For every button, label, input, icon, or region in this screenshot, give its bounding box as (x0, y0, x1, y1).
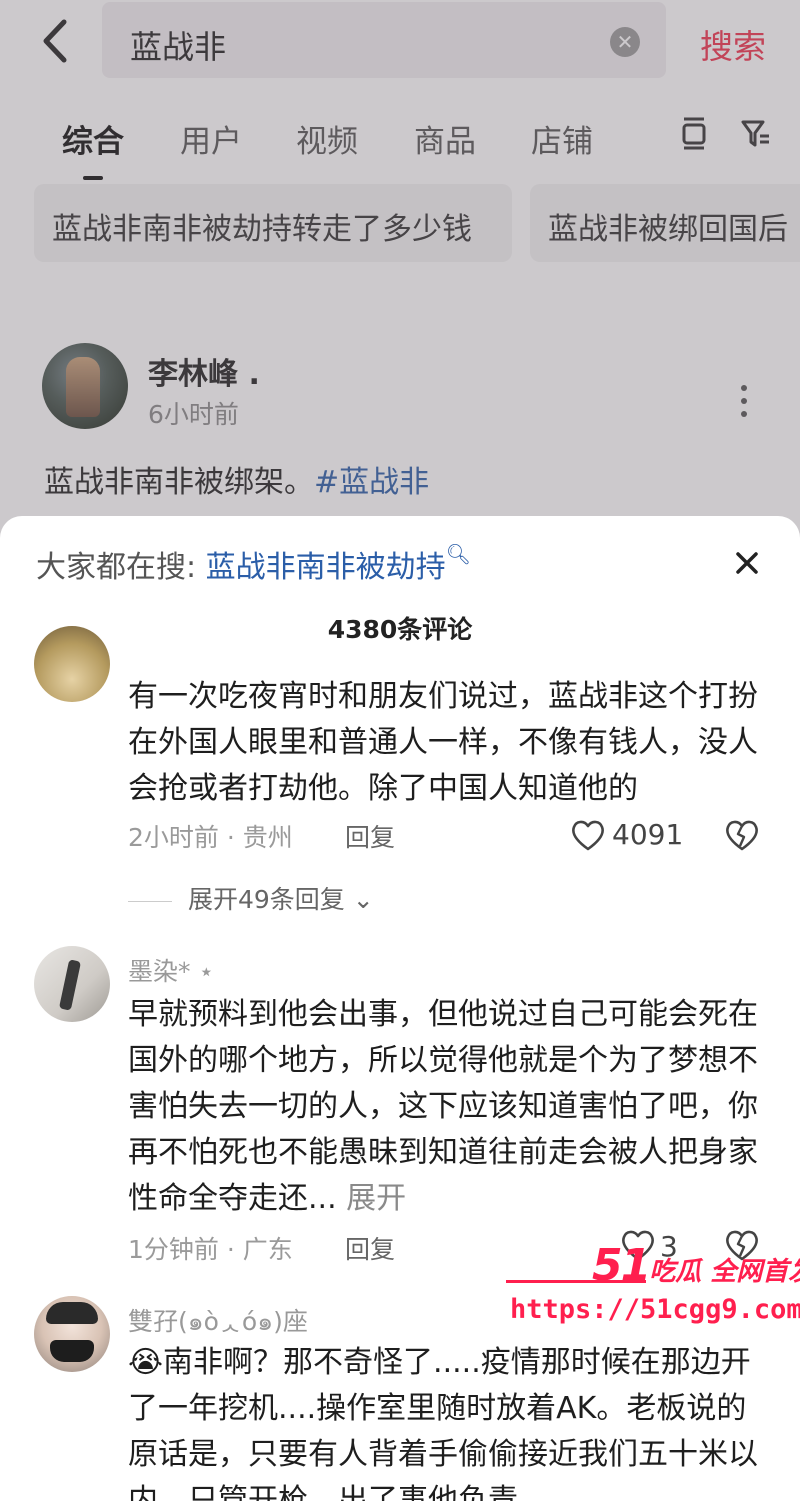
comment-count: 4380条评论 (327, 615, 473, 644)
like-count: 3 (660, 1230, 678, 1263)
trending-search-row: 大家都在搜: 蓝战非南非被劫持🔍︎ (36, 542, 471, 586)
trending-label: 大家都在搜: (36, 550, 197, 585)
reply-button[interactable]: 回复 (345, 1230, 395, 1266)
expand-replies-label: 展开49条回复 (188, 885, 345, 914)
broken-heart-icon[interactable] (724, 1228, 760, 1262)
expand-replies-button[interactable]: 展开49条回复 ⌄ (128, 880, 374, 916)
chevron-down-icon: ⌄ (344, 885, 374, 914)
heart-icon[interactable] (620, 1228, 656, 1262)
comment-meta: 2小时前 · 贵州 (128, 823, 293, 852)
expand-text-button[interactable]: 展开 (346, 1181, 406, 1216)
broken-heart-icon[interactable] (724, 818, 760, 852)
comment-text: 早就预料到他会出事，但他说过自己可能会死在国外的哪个地方，所以觉得他就是个为了梦… (128, 992, 768, 1222)
dim-overlay[interactable] (0, 0, 800, 560)
comment-meta: 1分钟前 · 广东 (128, 1235, 293, 1264)
comment-author[interactable]: 墨染* ⋆ (128, 952, 214, 988)
comment-author[interactable]: 雙孖(๑òᆺó๑)座 (128, 1302, 308, 1342)
trending-search-link[interactable]: 蓝战非南非被劫持 (206, 550, 446, 585)
comment-text: 😭南非啊？那不奇怪了.....疫情那时候在那边开了一年挖机....操作室里随时放… (128, 1345, 758, 1501)
comment-text: 有一次吃夜宵时和朋友们说过，蓝战非这个打扮在外国人眼里和普通人一样，不像有钱人，… (128, 679, 758, 806)
heart-icon[interactable] (570, 818, 606, 852)
close-icon[interactable] (730, 546, 764, 580)
avatar[interactable] (34, 1296, 110, 1372)
avatar[interactable] (34, 946, 110, 1022)
search-icon: 🔍︎ (445, 542, 472, 566)
divider (128, 900, 172, 902)
reply-button[interactable]: 回复 (345, 818, 395, 854)
comment-body: 早就预料到他会出事，但他说过自己可能会死在国外的哪个地方，所以觉得他就是个为了梦… (128, 997, 758, 1216)
avatar[interactable] (34, 626, 110, 702)
like-count: 4091 (612, 818, 684, 851)
comments-sheet: 大家都在搜: 蓝战非南非被劫持🔍︎ 4380条评论 有一次吃夜宵时和朋友们说过，… (0, 516, 800, 1501)
